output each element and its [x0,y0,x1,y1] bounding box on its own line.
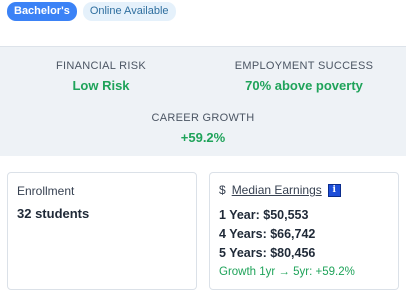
earnings-row-4-years: 4 Years: $66,742 [219,227,316,241]
enrollment-title: Enrollment [17,184,75,198]
dollar-icon: $ [219,183,226,197]
earnings-row-5-years: 5 Years: $80,456 [219,246,316,260]
enrollment-value: 32 students [17,206,90,221]
outcomes-stats-panel: FINANCIAL RISK Low Risk EMPLOYMENT SUCCE… [0,46,406,156]
employment-success-label: EMPLOYMENT SUCCESS [234,60,374,72]
earnings-growth: Growth 1yr → 5yr: +59.2% [219,266,355,278]
degree-badge: Bachelor's [7,2,77,21]
career-growth-label: CAREER GROWTH [151,112,255,124]
employment-success-value: 70% above poverty [245,78,363,93]
median-earnings-title[interactable]: Median Earnings [232,183,322,197]
median-earnings-header: $ Median Earnings i [219,183,341,197]
badge-row: Bachelor's Online Available [7,2,176,21]
earnings-row-1-year: 1 Year: $50,553 [219,208,309,222]
online-available-badge: Online Available [82,2,176,21]
earnings-list: 1 Year: $50,553 4 Years: $66,742 5 Years… [219,206,355,282]
info-icon[interactable]: i [327,183,341,197]
career-growth-value: +59.2% [180,130,226,145]
median-earnings-card: $ Median Earnings i 1 Year: $50,553 4 Ye… [209,172,399,290]
financial-risk-value: Low Risk [72,78,130,93]
enrollment-card: Enrollment 32 students [7,172,197,290]
financial-risk-label: FINANCIAL RISK [56,60,146,72]
